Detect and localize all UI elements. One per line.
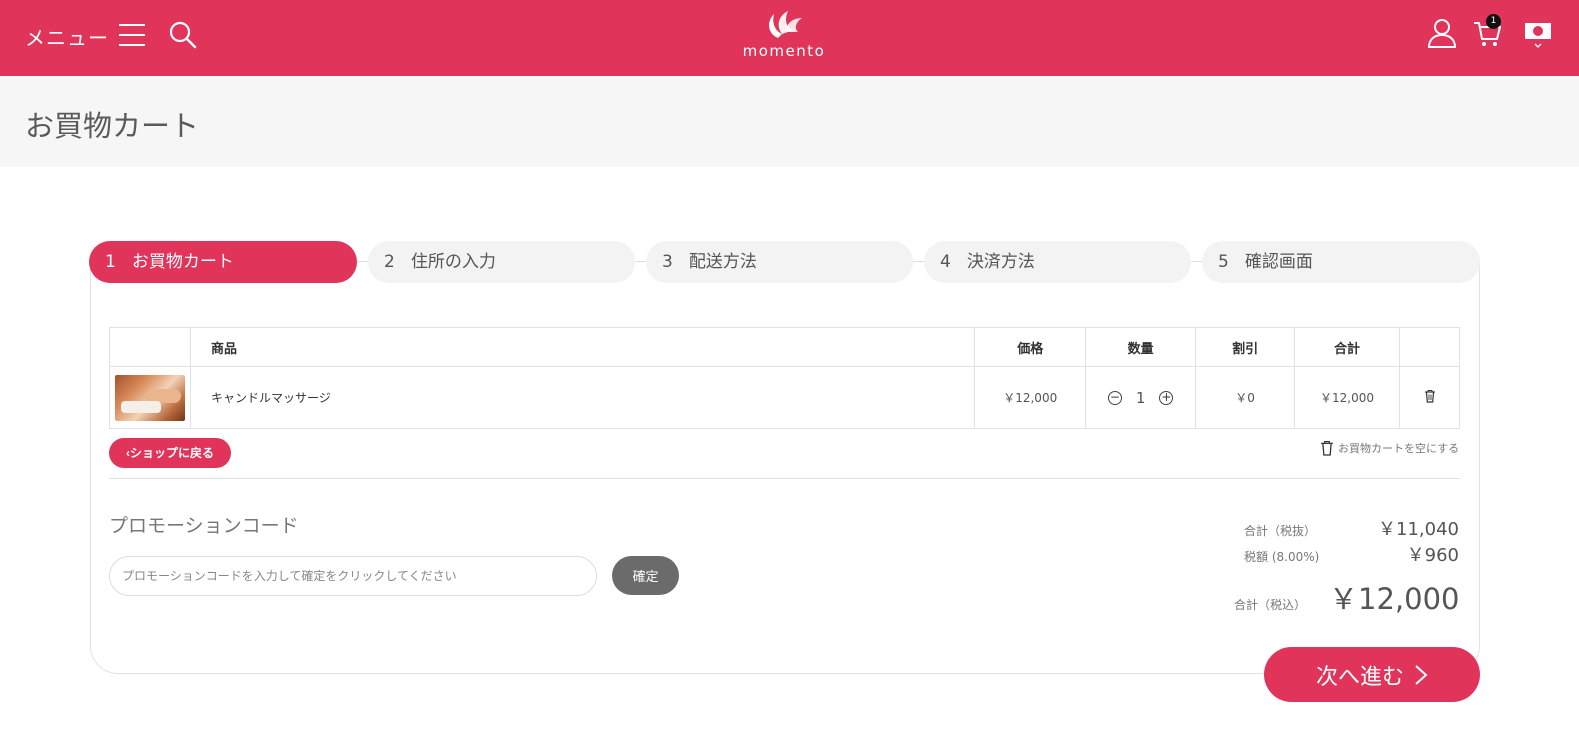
cart-count-badge: 1 (1486, 14, 1501, 29)
trash-icon[interactable] (1424, 389, 1436, 403)
site-logo[interactable]: momento (738, 8, 830, 64)
tax-label: 税額 (8.00%) (1244, 550, 1320, 564)
step-label: お買物カート (131, 252, 234, 272)
empty-cart-link[interactable]: お買物カートを空にする (1320, 438, 1459, 458)
cart-table: 商品 価格 数量 割引 合計 キャンドルマッサージ ￥12,000 − 1 + (109, 327, 1460, 429)
thumb-header (109, 327, 191, 367)
chevron-right-icon (1415, 664, 1428, 685)
step-label: 住所の入力 (410, 252, 496, 272)
step-1-cart[interactable]: 1 お買物カート (89, 241, 357, 283)
logo-mark-icon (769, 11, 802, 38)
price-header: 価格 (974, 327, 1087, 367)
user-account-icon[interactable] (1426, 18, 1458, 48)
step-number: 1 (105, 252, 116, 272)
product-price: ￥12,000 (974, 366, 1087, 429)
product-thumbnail[interactable] (114, 374, 185, 421)
total-header: 合計 (1294, 327, 1400, 367)
product-name[interactable]: キャンドルマッサージ (189, 366, 976, 429)
subtotal-value: ￥11,040 (1378, 519, 1459, 540)
section-divider (109, 478, 1460, 479)
step-3-shipping[interactable]: 3 配送方法 (646, 241, 913, 283)
step-number: 5 (1218, 252, 1229, 272)
quantity-value: 1 (1135, 388, 1146, 407)
table-header-row: 商品 価格 数量 割引 合計 (109, 327, 1460, 367)
site-header: メニュー momento 1 (0, 0, 1579, 76)
product-header: 商品 (189, 327, 976, 367)
product-discount: ￥0 (1195, 366, 1296, 429)
tax-row: 税額 (8.00%) ￥960 (1244, 541, 1459, 567)
promo-code-input[interactable] (109, 556, 597, 596)
step-2-address[interactable]: 2 住所の入力 (368, 241, 635, 283)
quantity-stepper: − 1 + (1107, 388, 1174, 407)
next-step-label: 次へ進む (1315, 664, 1404, 690)
search-icon[interactable] (168, 20, 198, 50)
table-row: キャンドルマッサージ ￥12,000 − 1 + ￥0 ￥12,000 (109, 366, 1460, 429)
decrease-quantity-button[interactable]: − (1107, 390, 1122, 405)
promo-confirm-button[interactable]: 確定 (612, 556, 679, 595)
step-label: 配送方法 (688, 252, 757, 272)
subtotal-row: 合計（税抜） ￥11,040 (1244, 515, 1459, 541)
total-label: 合計（税込） (1234, 598, 1307, 612)
promo-title: プロモーションコード (109, 515, 299, 537)
menu-label[interactable]: メニュー (25, 22, 109, 51)
step-number: 3 (662, 252, 673, 272)
step-5-confirm[interactable]: 5 確認画面 (1202, 241, 1480, 283)
trash-icon (1321, 441, 1333, 456)
page-title-bar: お買物カート (0, 76, 1579, 167)
step-number: 4 (940, 252, 951, 272)
step-label: 決済方法 (966, 252, 1035, 272)
page-title: お買物カート (25, 109, 200, 143)
step-4-payment[interactable]: 4 決済方法 (924, 241, 1191, 283)
logo-text: momento (742, 42, 826, 60)
tax-value: ￥960 (1406, 545, 1459, 566)
back-to-shop-button[interactable]: ‹ショップに戻る (109, 438, 231, 468)
japan-flag-icon[interactable] (1525, 23, 1551, 39)
discount-header: 割引 (1195, 327, 1296, 367)
quantity-header: 数量 (1085, 327, 1197, 367)
total-row: 合計（税込） ￥12,000 (1234, 576, 1459, 618)
hamburger-menu-icon[interactable] (119, 24, 145, 46)
step-number: 2 (384, 252, 395, 272)
product-thumb-cell (109, 366, 191, 429)
next-step-button[interactable]: 次へ進む (1264, 647, 1480, 702)
product-total: ￥12,000 (1294, 366, 1400, 429)
total-value: ￥12,000 (1329, 582, 1460, 616)
back-to-shop-label: ショップに戻る (129, 446, 214, 460)
remove-header (1399, 327, 1460, 367)
chevron-down-icon[interactable] (1534, 42, 1542, 50)
quantity-cell: − 1 + (1085, 366, 1197, 429)
increase-quantity-button[interactable]: + (1159, 390, 1174, 405)
step-label: 確認画面 (1244, 252, 1313, 272)
empty-cart-label: お買物カートを空にする (1338, 442, 1460, 455)
subtotal-label: 合計（税抜） (1244, 524, 1317, 538)
remove-cell (1399, 366, 1460, 429)
